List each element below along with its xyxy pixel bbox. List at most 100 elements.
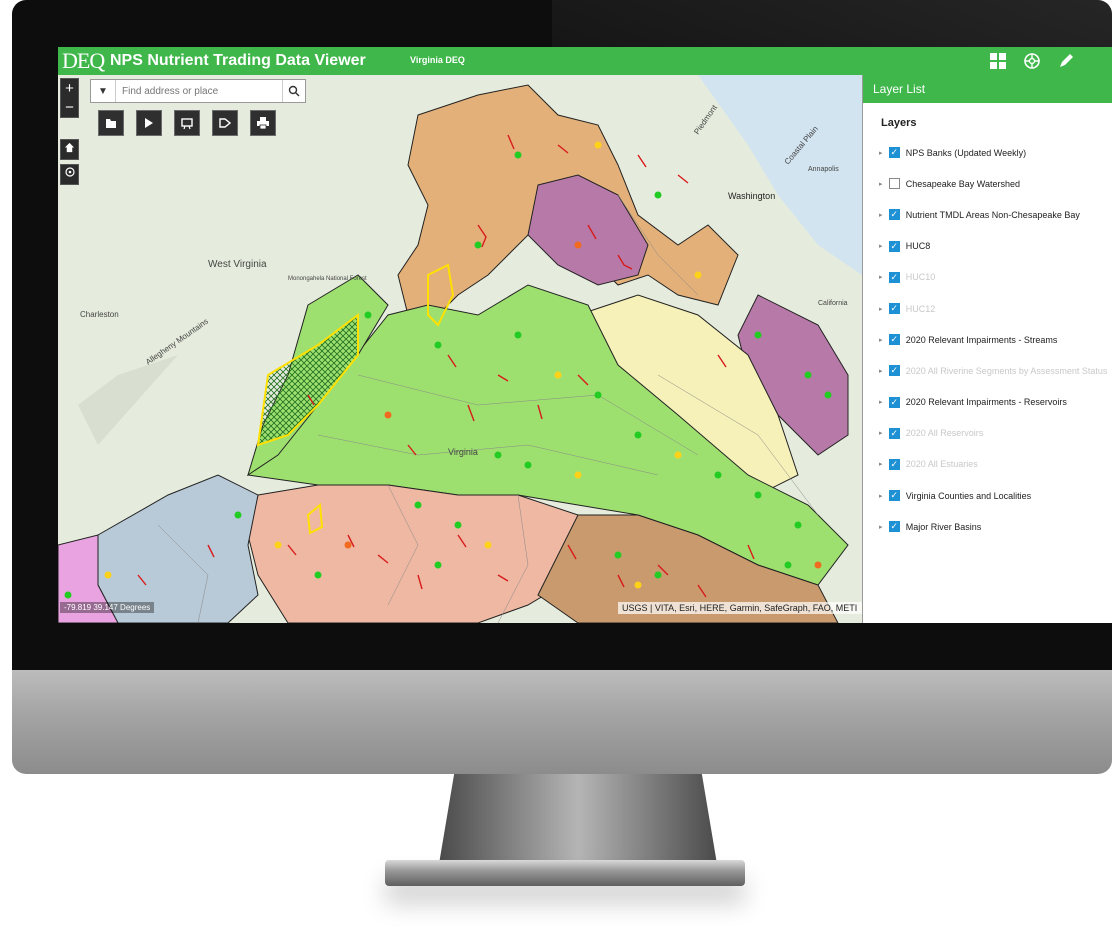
layer-visibility-checkbox[interactable]: ✓ [888, 147, 900, 159]
expand-arrow-icon[interactable]: ▸ [879, 149, 887, 157]
bank-point[interactable] [824, 391, 832, 399]
bank-point[interactable] [434, 561, 442, 569]
bank-point[interactable] [754, 491, 762, 499]
measure-icon[interactable] [174, 110, 200, 136]
bank-point[interactable] [784, 561, 792, 569]
bank-point[interactable] [364, 311, 372, 319]
bank-point[interactable] [454, 521, 462, 529]
layer-item[interactable]: ▸ ✓ 2020 Relevant Impairments - Reservoirs [863, 387, 1112, 418]
print-icon[interactable] [250, 110, 276, 136]
layer-item[interactable]: ▸ ✓ HUC12 [863, 293, 1112, 324]
layer-item[interactable]: ▸ Chesapeake Bay Watershed [863, 168, 1112, 199]
layer-item[interactable]: ▸ ✓ 2020 All Riverine Segments by Assessme… [863, 355, 1112, 386]
bank-point[interactable] [654, 571, 662, 579]
bank-point[interactable] [574, 471, 582, 479]
layer-item[interactable]: ▸ ✓ Major River Basins [863, 511, 1112, 542]
search-input[interactable] [116, 84, 282, 98]
bank-point[interactable] [714, 471, 722, 479]
expand-arrow-icon[interactable]: ▸ [879, 305, 887, 313]
layer-visibility-checkbox[interactable]: ✓ [888, 521, 900, 533]
query-icon[interactable] [212, 110, 238, 136]
coordinate-readout: -79.819 39.147 Degrees [60, 602, 155, 613]
map-canvas[interactable]: West Virginia Charleston Allegheny Mount… [58, 75, 862, 623]
search-source-dropdown[interactable]: ▼ [91, 80, 116, 102]
bank-point[interactable] [804, 371, 812, 379]
bank-point[interactable] [234, 511, 242, 519]
bank-point[interactable] [434, 341, 442, 349]
zoom-in-button[interactable]: + [61, 79, 78, 98]
bank-point[interactable] [314, 571, 322, 579]
layer-visibility-checkbox[interactable] [888, 178, 900, 190]
bank-point[interactable] [814, 561, 822, 569]
expand-arrow-icon[interactable]: ▸ [879, 211, 887, 219]
expand-arrow-icon[interactable]: ▸ [879, 398, 887, 406]
bank-point[interactable] [64, 591, 72, 599]
bank-point[interactable] [514, 331, 522, 339]
layer-visibility-checkbox[interactable]: ✓ [888, 209, 900, 221]
bank-point[interactable] [594, 141, 602, 149]
layer-visibility-checkbox[interactable]: ✓ [888, 271, 900, 283]
layer-visibility-checkbox[interactable]: ✓ [888, 240, 900, 252]
edit-icon[interactable] [1056, 51, 1076, 71]
bank-point[interactable] [474, 241, 482, 249]
bank-point[interactable] [634, 581, 642, 589]
expand-arrow-icon[interactable]: ▸ [879, 367, 887, 375]
bank-point[interactable] [554, 371, 562, 379]
expand-arrow-icon[interactable]: ▸ [879, 336, 887, 344]
bank-point[interactable] [654, 191, 662, 199]
layer-item[interactable]: ▸ ✓ Nutrient TMDL Areas Non-Chesapeake Bay [863, 199, 1112, 230]
zoom-out-button[interactable]: − [61, 98, 78, 117]
search-button[interactable] [282, 80, 305, 102]
bank-point[interactable] [524, 461, 532, 469]
layer-item[interactable]: ▸ ✓ HUC8 [863, 231, 1112, 262]
layer-visibility-checkbox[interactable]: ✓ [888, 490, 900, 502]
bank-point[interactable] [104, 571, 112, 579]
bank-point[interactable] [694, 271, 702, 279]
layer-visibility-checkbox[interactable]: ✓ [888, 427, 900, 439]
bank-point[interactable] [494, 451, 502, 459]
bank-point[interactable] [794, 521, 802, 529]
layer-item[interactable]: ▸ ✓ NPS Banks (Updated Weekly) [863, 137, 1112, 168]
locate-button[interactable] [60, 164, 79, 185]
layer-visibility-checkbox[interactable]: ✓ [888, 396, 900, 408]
bank-point[interactable] [634, 431, 642, 439]
layer-label: NPS Banks (Updated Weekly) [905, 147, 1027, 158]
bank-point[interactable] [574, 241, 582, 249]
bank-point[interactable] [614, 551, 622, 559]
bank-point[interactable] [274, 541, 282, 549]
layer-visibility-checkbox[interactable]: ✓ [888, 334, 900, 346]
bank-point[interactable] [514, 151, 522, 159]
expand-arrow-icon[interactable]: ▸ [879, 273, 887, 281]
expand-arrow-icon[interactable]: ▸ [879, 242, 887, 250]
layer-visibility-checkbox[interactable]: ✓ [888, 365, 900, 377]
home-button[interactable] [60, 139, 79, 160]
bank-point[interactable] [384, 411, 392, 419]
expand-arrow-icon[interactable]: ▸ [879, 460, 887, 468]
layer-item[interactable]: ▸ ✓ 2020 All Reservoirs [863, 418, 1112, 449]
bank-point[interactable] [344, 541, 352, 549]
legend-icon[interactable] [136, 110, 162, 136]
grid-icon[interactable] [988, 51, 1008, 71]
layer-label: Virginia Counties and Localities [905, 490, 1032, 501]
layers-icon[interactable] [98, 110, 124, 136]
layer-visibility-checkbox[interactable]: ✓ [888, 458, 900, 470]
bank-point[interactable] [414, 501, 422, 509]
basemap-icon[interactable] [1022, 51, 1042, 71]
layer-visibility-checkbox[interactable]: ✓ [888, 303, 900, 315]
bank-point[interactable] [674, 451, 682, 459]
search-widget: ▼ [90, 79, 306, 103]
expand-arrow-icon[interactable]: ▸ [879, 429, 887, 437]
expand-arrow-icon[interactable]: ▸ [879, 523, 887, 531]
layer-item[interactable]: ▸ ✓ Virginia Counties and Localities [863, 480, 1112, 511]
layer-label: 2020 Relevant Impairments - Streams [905, 334, 1058, 345]
bank-point[interactable] [484, 541, 492, 549]
layer-item[interactable]: ▸ ✓ 2020 All Estuaries [863, 449, 1112, 480]
expand-arrow-icon[interactable]: ▸ [879, 180, 887, 188]
bank-point[interactable] [594, 391, 602, 399]
layer-item[interactable]: ▸ ✓ 2020 Relevant Impairments - Streams [863, 324, 1112, 355]
layer-label: HUC12 [905, 303, 936, 314]
expand-arrow-icon[interactable]: ▸ [879, 492, 887, 500]
layer-item[interactable]: ▸ ✓ HUC10 [863, 262, 1112, 293]
label-washington: Washington [728, 191, 775, 201]
bank-point[interactable] [754, 331, 762, 339]
